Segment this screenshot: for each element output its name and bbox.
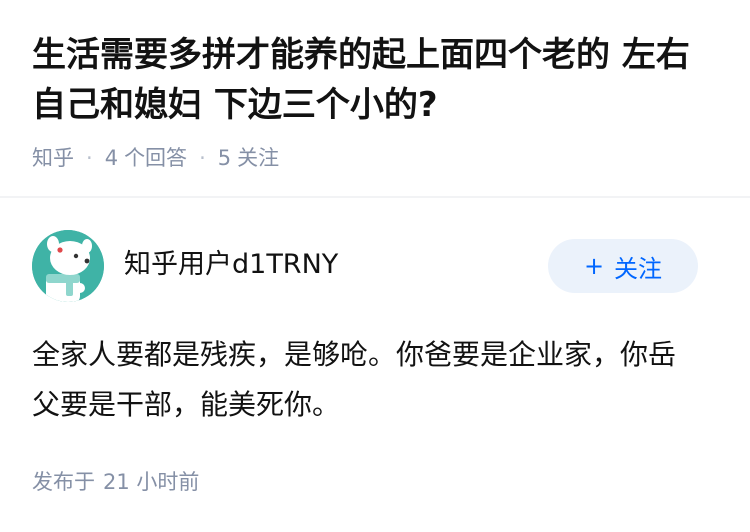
published-time: 21 小时前 (103, 470, 200, 494)
question-meta: 知乎 · 4 个回答 · 5 关注 (32, 142, 718, 174)
answer-timestamp: 发布于 21 小时前 (32, 466, 718, 496)
avatar[interactable] (32, 230, 104, 302)
answer-card: 知乎用户d1TRNY + 关注 全家人要都是残疾，是够呛。你爸要是企业家，你岳父… (0, 198, 750, 496)
followers-count[interactable]: 5 (218, 142, 231, 174)
author-name[interactable]: 知乎用户d1TRNY (124, 242, 548, 281)
separator-dot: · (199, 146, 206, 170)
answers-count[interactable]: 4 (105, 142, 118, 174)
answers-label[interactable]: 个回答 (124, 142, 187, 174)
cartoon-avatar-icon (32, 230, 104, 302)
question-header: 生活需要多拼才能养的起上面四个老的 左右自己和媳妇 下边三个小的? 知乎 · 4… (0, 0, 750, 174)
plus-icon: + (583, 252, 605, 280)
answer-content[interactable]: 全家人要都是残疾，是够呛。你爸要是企业家，你岳父要是干部，能美死你。 (32, 330, 718, 430)
followers-label[interactable]: 关注 (237, 142, 279, 174)
separator-dot: · (86, 146, 93, 170)
question-title[interactable]: 生活需要多拼才能养的起上面四个老的 左右自己和媳妇 下边三个小的? (32, 30, 718, 130)
follow-button[interactable]: + 关注 (548, 239, 698, 293)
follow-button-label: 关注 (614, 254, 663, 283)
published-label: 发布于 (32, 470, 95, 494)
author-row: 知乎用户d1TRNY + 关注 (32, 230, 718, 302)
source-label[interactable]: 知乎 (32, 142, 74, 174)
